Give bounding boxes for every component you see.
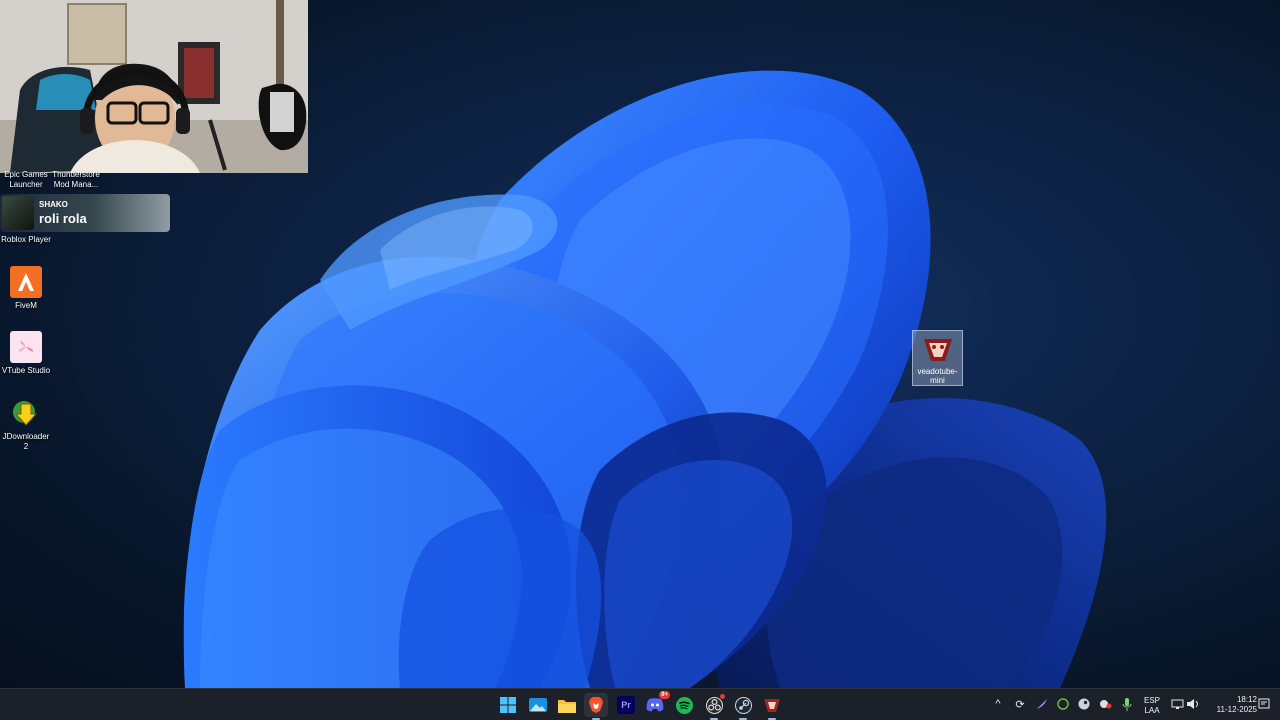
desktop-icon-roblox[interactable]: Roblox Player xyxy=(0,235,52,245)
avatar xyxy=(2,196,34,230)
desktop-icon-epic-games[interactable]: Epic Games Launcher xyxy=(0,170,52,190)
volume-icon[interactable] xyxy=(1186,697,1200,711)
chevron-up-icon[interactable]: ^ xyxy=(991,697,1005,711)
jdownloader-icon xyxy=(10,397,42,429)
taskbar: Pr 9+ ^ ⟳ ESP LAA 18:12 11-12-2025 xyxy=(0,688,1280,720)
taskbar-app-premiere[interactable]: Pr xyxy=(614,693,638,717)
recording-dot xyxy=(720,694,725,699)
veadotube-icon xyxy=(923,339,952,361)
taskbar-app-spotify[interactable] xyxy=(672,693,696,717)
clock[interactable]: 18:12 11-12-2025 xyxy=(1205,695,1257,715)
taskbar-app-veadotube[interactable] xyxy=(760,693,784,720)
vtube-studio-icon xyxy=(10,331,42,363)
webcam-feed xyxy=(0,0,308,173)
clock-time: 18:12 xyxy=(1236,695,1257,704)
desktop: Epic Games Launcher Thunderstore Mod Man… xyxy=(0,0,1280,688)
folder-icon xyxy=(558,699,576,713)
obs-icon xyxy=(705,696,723,714)
veadotube-icon xyxy=(764,699,780,712)
desktop-icon-label: Roblox Player xyxy=(1,235,51,244)
notification-message: roli rola xyxy=(39,211,87,226)
desktop-icon-label: FiveM xyxy=(15,301,37,310)
taskbar-app-photos[interactable] xyxy=(526,693,550,717)
taskbar-app-discord[interactable]: 9+ xyxy=(643,691,670,717)
steam-icon xyxy=(734,696,752,714)
discord-badge: 9+ xyxy=(659,691,670,699)
taskbar-app-obs[interactable] xyxy=(702,693,726,720)
sync-icon[interactable]: ⟳ xyxy=(1013,697,1027,711)
desktop-icon-vtube-studio[interactable]: VTube Studio xyxy=(0,331,52,376)
notification-username: SHAKO xyxy=(39,200,68,209)
desktop-icon-fivem[interactable]: FiveM xyxy=(0,266,52,311)
record-icon[interactable] xyxy=(1098,697,1112,711)
desktop-icon-label: JDownloader 2 xyxy=(2,432,50,451)
taskbar-app-file-explorer[interactable] xyxy=(555,693,579,717)
desktop-icon-label: VTube Studio xyxy=(1,366,51,375)
desktop-icon-jdownloader[interactable]: JDownloader 2 xyxy=(0,397,52,452)
webcam-overlay xyxy=(0,0,308,173)
keyboard-layout: LAA xyxy=(1144,706,1160,715)
taskbar-app-steam[interactable] xyxy=(731,693,755,720)
feather-icon[interactable] xyxy=(1035,697,1049,711)
taskbar-app-brave[interactable] xyxy=(584,693,608,720)
premiere-icon: Pr xyxy=(617,696,635,714)
steam-tray-icon[interactable] xyxy=(1077,697,1091,711)
desktop-icon-veadotube-mini[interactable]: veadotube-mini xyxy=(912,330,963,386)
fivem-icon xyxy=(10,266,42,298)
desktop-icon-label: Epic Games Launcher xyxy=(4,170,48,189)
spotify-icon xyxy=(675,696,693,714)
start-button[interactable] xyxy=(496,693,520,717)
language-indicator[interactable]: ESP LAA xyxy=(1141,696,1163,716)
nvidia-icon[interactable] xyxy=(1056,697,1070,711)
clock-date: 11-12-2025 xyxy=(1216,705,1257,714)
desktop-icon-label: Thunderstore Mod Mana... xyxy=(52,170,100,189)
photos-icon xyxy=(529,698,547,712)
windows-logo-icon xyxy=(500,697,516,713)
microphone-icon[interactable] xyxy=(1120,697,1134,711)
discord-icon xyxy=(646,698,664,712)
brave-lion-icon xyxy=(589,697,603,713)
language-code: ESP xyxy=(1143,696,1160,705)
notification-bell-icon[interactable] xyxy=(1257,697,1271,711)
desktop-icon-thunderstore[interactable]: Thunderstore Mod Mana... xyxy=(50,170,102,190)
discord-notification-toast[interactable]: SHAKO roli rola xyxy=(0,194,170,232)
discord-badge-count: 9+ xyxy=(661,692,668,698)
desktop-icon-label: veadotube-mini xyxy=(917,367,958,385)
premiere-icon-label: Pr xyxy=(621,700,631,710)
network-icon[interactable] xyxy=(1170,697,1184,711)
